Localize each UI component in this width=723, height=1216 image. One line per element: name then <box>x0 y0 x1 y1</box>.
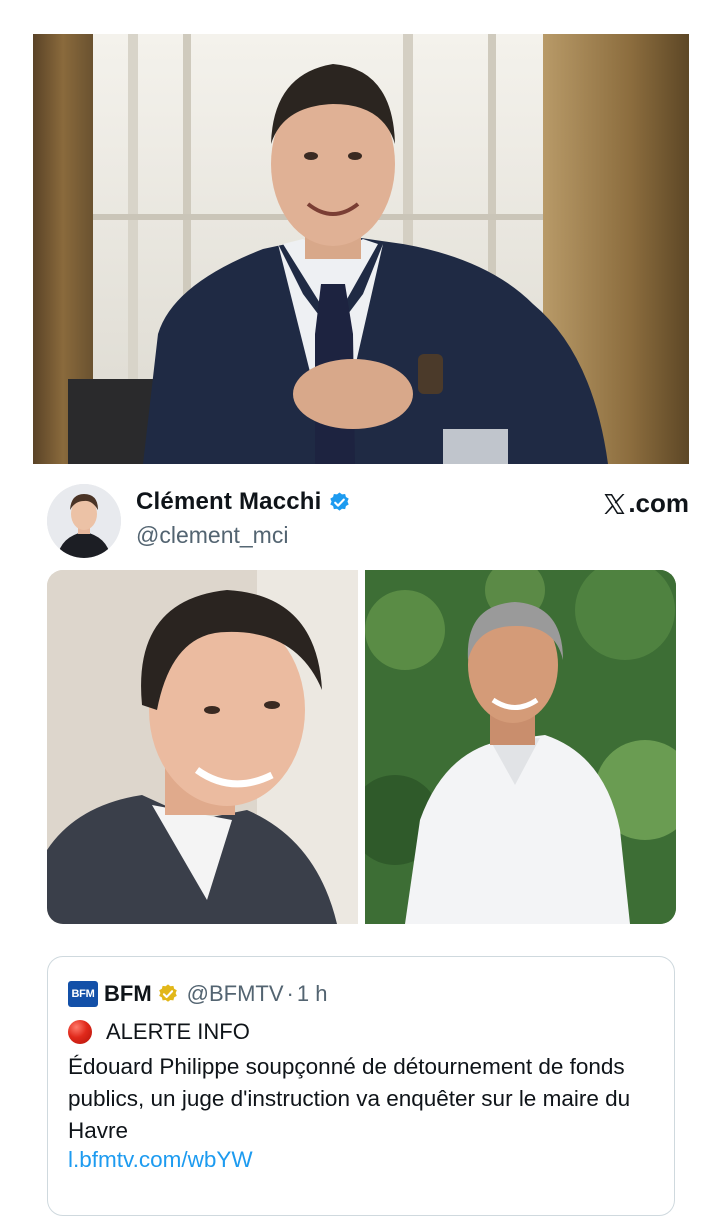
verified-gold-badge-icon <box>158 984 177 1002</box>
quoted-tweet[interactable]: BFM BFM @BFMTV · 1 h ALERTE INFO Édouard… <box>47 956 675 1216</box>
author-handle[interactable]: @clement_mci <box>136 522 288 549</box>
quoted-tweet-header: BFM BFM @BFMTV · 1 h <box>68 981 327 1007</box>
verified-badge-icon <box>329 491 349 511</box>
separator-dot: · <box>286 981 294 1006</box>
quoted-tweet-body: Édouard Philippe soupçonné de détourneme… <box>68 1054 631 1143</box>
tweet-card[interactable]: Clément Macchi @clement_mci .com BFM BFM… <box>33 464 689 1216</box>
author-name[interactable]: Clément Macchi <box>136 488 322 516</box>
quoted-timestamp[interactable]: 1 h <box>297 981 328 1007</box>
alert-line: ALERTE INFO <box>68 1019 250 1045</box>
author-name-row[interactable]: Clément Macchi <box>136 488 351 516</box>
source-label: .com <box>602 488 689 519</box>
quoted-tweet-link[interactable]: l.bfmtv.com/wbYW <box>68 1147 253 1173</box>
avatar[interactable] <box>47 484 121 558</box>
quoted-author-handle[interactable]: @BFMTV <box>187 981 284 1007</box>
tweet-image-right[interactable] <box>365 570 676 924</box>
bfm-logo[interactable]: BFM <box>68 981 98 1007</box>
quoted-author-name[interactable]: BFM <box>104 981 152 1007</box>
tweet-image-left[interactable] <box>47 570 358 924</box>
source-text: .com <box>628 488 689 518</box>
top-photo <box>33 34 689 464</box>
alert-label: ALERTE INFO <box>106 1019 250 1044</box>
x-logo-icon <box>604 493 625 514</box>
red-circle-icon <box>68 1020 92 1044</box>
